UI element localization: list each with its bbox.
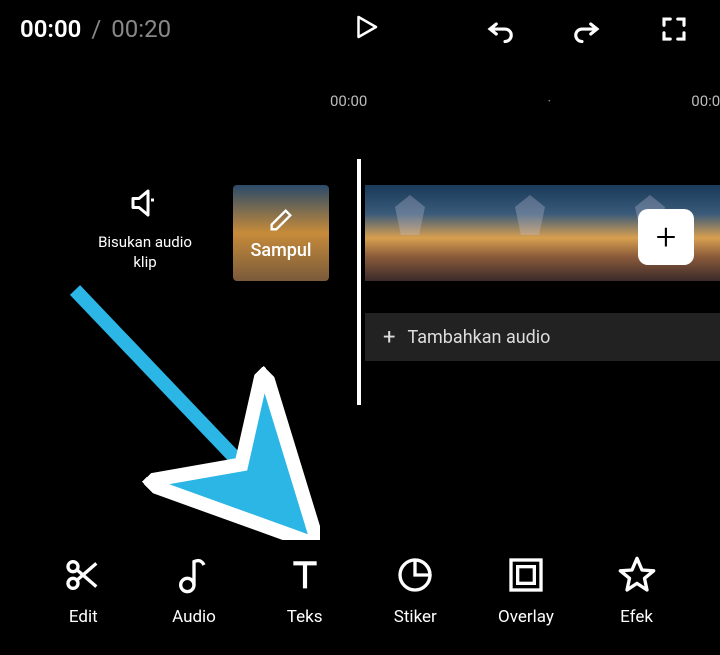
undo-icon — [485, 14, 515, 44]
timeline-area: Bisukan audio klip Sampul + + Tambahkan … — [0, 195, 720, 415]
top-controls — [391, 13, 700, 45]
sticker-icon — [395, 555, 435, 595]
tool-sticker[interactable]: Stiker — [375, 555, 455, 627]
redo-button[interactable] — [571, 13, 603, 45]
tool-audio[interactable]: Audio — [154, 555, 234, 627]
redo-icon — [572, 14, 602, 44]
playhead[interactable] — [357, 159, 361, 405]
undo-button[interactable] — [484, 13, 516, 45]
fullscreen-button[interactable] — [658, 13, 690, 45]
tool-edit[interactable]: Edit — [43, 555, 123, 627]
cover-button[interactable]: Sampul — [233, 185, 329, 281]
clip-thumbnail[interactable] — [485, 185, 605, 281]
tool-label: Teks — [287, 607, 323, 627]
tool-label: Edit — [69, 607, 98, 627]
star-icon — [617, 555, 657, 595]
text-icon — [285, 555, 325, 595]
add-clip-button[interactable]: + — [638, 209, 694, 265]
ruler-dot: · — [507, 92, 551, 110]
mute-clip-button[interactable]: Bisukan audio klip — [95, 185, 195, 272]
time-separator: / — [91, 15, 101, 43]
cover-label: Sampul — [251, 240, 312, 261]
timeline-left-controls: Bisukan audio klip Sampul — [95, 185, 329, 281]
play-button[interactable] — [351, 12, 381, 46]
timeline-ruler: 00:00 · 00:02 · — [0, 58, 720, 110]
overlay-icon — [506, 555, 546, 595]
scissors-icon — [63, 555, 103, 595]
top-bar: 00:00 / 00:20 — [0, 0, 720, 58]
clip-thumbnail[interactable] — [365, 185, 485, 281]
tool-label: Stiker — [394, 607, 437, 627]
speaker-icon — [127, 185, 163, 221]
add-audio-label: Tambahkan audio — [407, 327, 550, 348]
time-current: 00:00 — [20, 15, 81, 43]
tool-effects[interactable]: Efek — [597, 555, 677, 627]
tool-label: Overlay — [498, 607, 554, 627]
tool-text[interactable]: Teks — [265, 555, 345, 627]
music-note-icon — [174, 555, 214, 595]
tool-label: Efek — [620, 607, 653, 627]
fullscreen-icon — [659, 14, 689, 44]
ruler-tick-1: 00:02 — [691, 92, 720, 110]
mute-label: Bisukan audio klip — [95, 233, 195, 272]
play-icon — [351, 12, 381, 42]
bottom-toolbar: Edit Audio Teks Stiker Overlay Efek — [0, 555, 720, 627]
add-audio-button[interactable]: + Tambahkan audio — [365, 313, 720, 361]
ruler-tick-0: 00:00 — [330, 92, 367, 110]
tool-overlay[interactable]: Overlay — [486, 555, 566, 627]
plus-icon: + — [656, 216, 676, 258]
pencil-icon — [267, 206, 295, 234]
tool-label: Audio — [172, 607, 216, 627]
plus-icon: + — [383, 325, 395, 350]
time-total: 00:20 — [111, 15, 171, 43]
